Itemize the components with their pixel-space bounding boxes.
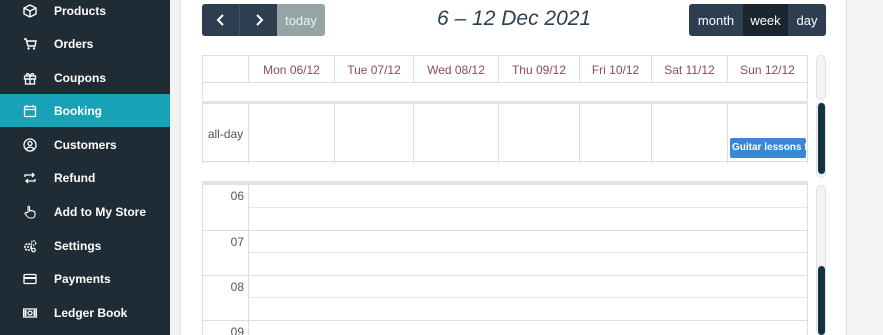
half-hour-line	[248, 207, 808, 208]
prev-button[interactable]	[202, 4, 239, 36]
allday-cell-thu[interactable]	[498, 104, 579, 164]
half-hour-line	[248, 252, 808, 253]
money-bill-icon	[23, 307, 37, 318]
header-spacer	[202, 83, 808, 100]
box-icon	[23, 3, 37, 18]
sidebar-item-label: Ledger Book	[54, 305, 128, 320]
sidebar-item-label: Customers	[54, 137, 117, 152]
hour-line	[202, 230, 808, 231]
half-hour-line	[248, 297, 808, 298]
user-circle-icon	[23, 137, 37, 152]
day-header-row: Mon 06/12 Tue 07/12 Wed 08/12 Thu 09/12 …	[202, 55, 808, 83]
sidebar: Products Orders Coupons Booking Customer…	[0, 0, 170, 335]
hour-line	[202, 320, 808, 321]
sidebar-item-coupons[interactable]: Coupons	[0, 61, 170, 94]
hand-pointer-icon	[24, 205, 36, 219]
allday-label: all-day	[202, 104, 248, 164]
header-axis-cell	[202, 56, 248, 83]
allday-cell-sat[interactable]	[651, 104, 727, 164]
view-month-button[interactable]: month	[689, 4, 743, 36]
day-header-tue: Tue 07/12	[334, 56, 413, 83]
allday-scrollbar-thumb[interactable]	[818, 103, 825, 174]
chevron-left-icon	[216, 14, 224, 26]
sidebar-item-orders[interactable]: Orders	[0, 27, 170, 60]
next-button[interactable]	[239, 4, 277, 36]
sidebar-item-ledger-book[interactable]: Ledger Book	[0, 296, 170, 329]
chevron-right-icon	[255, 14, 263, 26]
header-scrollbar-track[interactable]	[816, 55, 826, 100]
calendar-icon	[23, 104, 37, 117]
calendar-nav-group: today	[202, 4, 325, 36]
day-header-sun: Sun 12/12	[727, 56, 808, 83]
hour-label: 09	[230, 325, 244, 335]
sidebar-item-label: Coupons	[54, 70, 106, 85]
calendar-title: 6 – 12 Dec 2021	[437, 7, 592, 30]
refund-icon	[24, 172, 36, 183]
sidebar-item-booking[interactable]: Booking	[0, 94, 170, 127]
sidebar-item-label: Booking	[54, 103, 102, 118]
allday-cell-wed[interactable]	[413, 104, 498, 164]
hour-label: 08	[230, 280, 244, 294]
sidebar-item-label: Payments	[54, 271, 111, 286]
today-button[interactable]: today	[277, 4, 325, 36]
sidebar-item-label: Products	[54, 3, 107, 18]
view-switcher: month week day	[689, 4, 826, 36]
day-header-sat: Sat 11/12	[651, 56, 727, 83]
sidebar-item-products[interactable]: Products	[0, 0, 170, 27]
hour-line	[202, 275, 808, 276]
sidebar-item-add-to-my-store[interactable]: Add to My Store	[0, 195, 170, 228]
calendar-event[interactable]: Guitar lessons fo	[730, 138, 806, 158]
cogs-icon	[23, 239, 37, 252]
time-grid-left-border	[202, 185, 203, 335]
view-day-button[interactable]: day	[788, 4, 826, 36]
sidebar-item-payments[interactable]: Payments	[0, 262, 170, 295]
sidebar-item-customers[interactable]: Customers	[0, 128, 170, 161]
allday-cell-tue[interactable]	[334, 104, 413, 164]
view-week-button[interactable]: week	[743, 4, 788, 36]
sidebar-item-label: Add to My Store	[54, 204, 146, 219]
gift-icon	[23, 72, 37, 85]
allday-cell-mon[interactable]	[248, 104, 334, 164]
hour-label: 06	[230, 189, 244, 203]
sidebar-item-label: Refund	[54, 170, 96, 185]
sidebar-item-label: Settings	[54, 238, 102, 253]
day-header-mon: Mon 06/12	[248, 56, 334, 83]
allday-cell-fri[interactable]	[579, 104, 651, 164]
day-header-thu: Thu 09/12	[498, 56, 579, 83]
day-header-fri: Fri 10/12	[579, 56, 651, 83]
sidebar-item-label: Orders	[54, 36, 94, 51]
time-grid: 06 07 08 09	[202, 181, 808, 335]
sidebar-item-settings[interactable]: Settings	[0, 229, 170, 262]
credit-card-icon	[23, 273, 37, 284]
day-header-wed: Wed 08/12	[413, 56, 498, 83]
allday-row: all-day	[202, 101, 808, 164]
time-scrollbar-thumb[interactable]	[818, 266, 825, 335]
hour-label: 07	[230, 235, 244, 249]
cart-icon	[24, 37, 37, 50]
sidebar-item-refund[interactable]: Refund	[0, 161, 170, 194]
